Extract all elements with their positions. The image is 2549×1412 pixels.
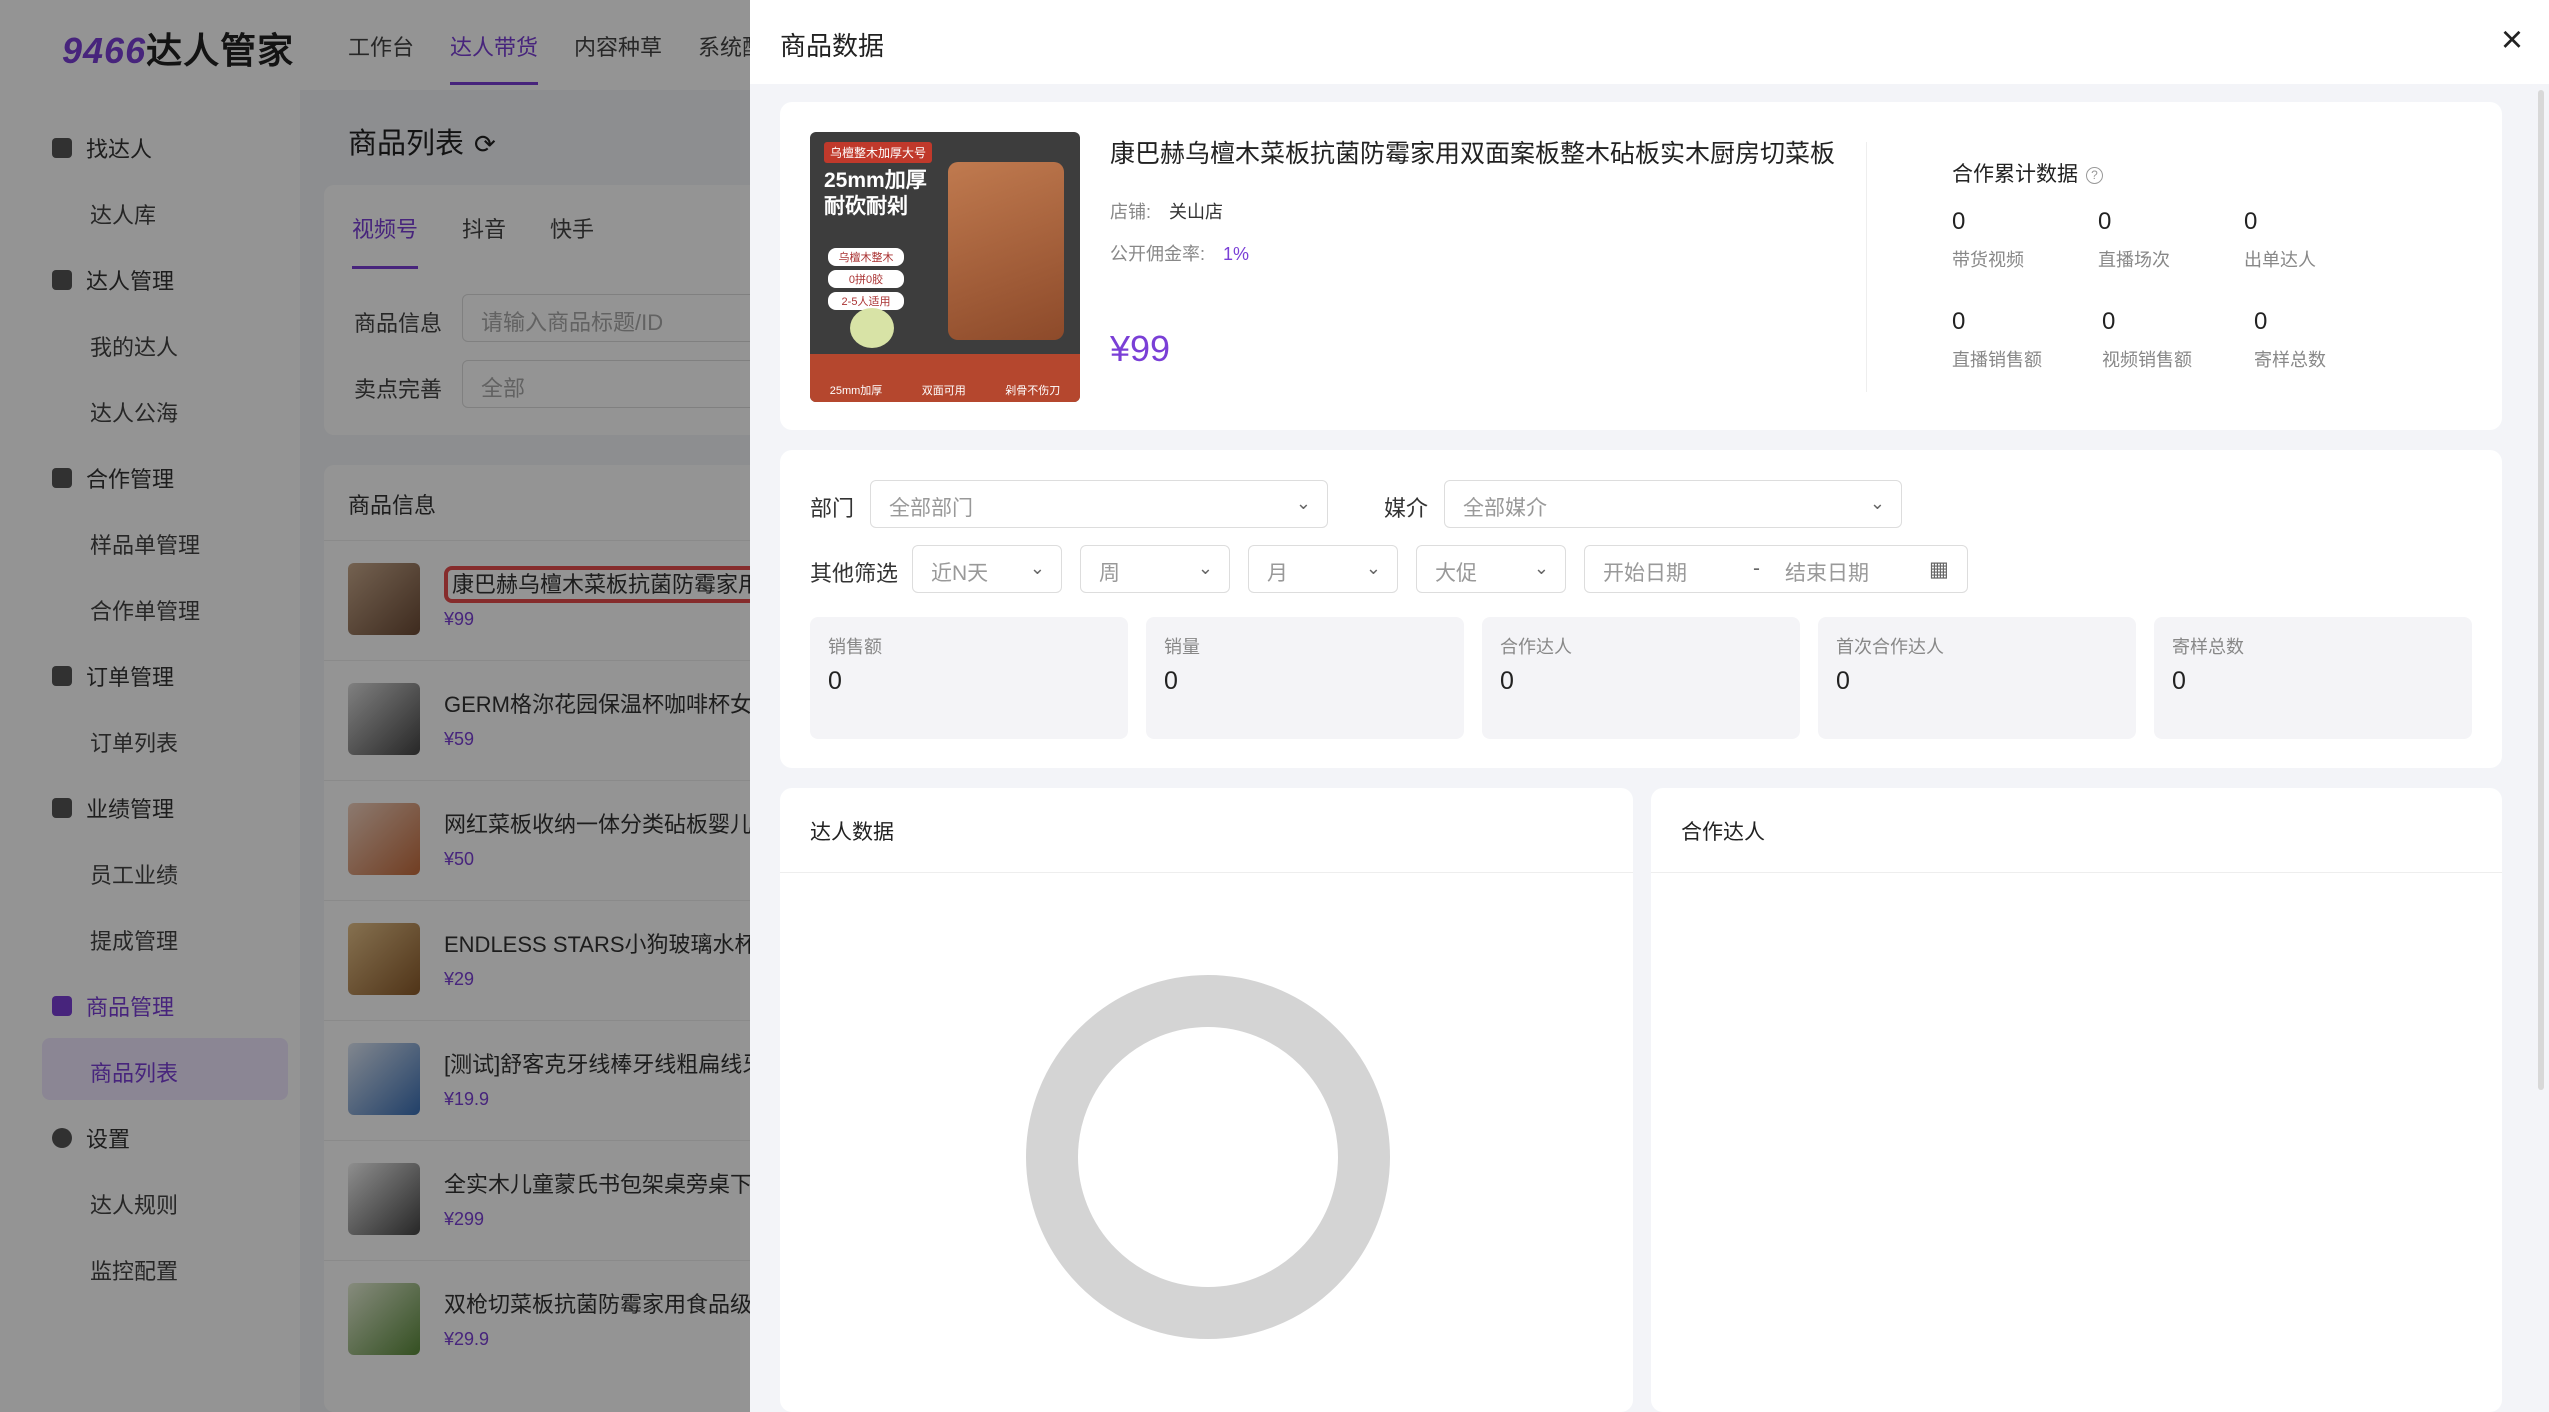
media-select[interactable]: 全部媒介 ⌄ — [1444, 480, 1902, 528]
chevron-down-icon: ⌄ — [1533, 558, 1549, 578]
stat-video-sales: 0 视频销售额 — [2102, 308, 2192, 370]
donut-ring — [1026, 975, 1390, 1339]
other-filter-label: 其他筛选 — [810, 561, 899, 586]
date-separator: - — [1753, 557, 1760, 580]
fruit-decoration — [850, 308, 894, 348]
stat-live-sessions: 0 直播场次 — [2098, 208, 2170, 270]
product-title: 康巴赫乌檀木菜板抗菌防霉家用双面案板整木砧板实木厨房切菜板 — [1110, 140, 1836, 168]
help-icon[interactable]: ? — [2086, 166, 2103, 184]
commission-rate: 1% — [1223, 244, 1250, 264]
divider — [780, 872, 1633, 873]
recent-days-select[interactable]: 近N天 ⌄ — [912, 545, 1062, 593]
dept-select[interactable]: 全部部门 ⌄ — [870, 480, 1328, 528]
stat-videos: 0 带货视频 — [1952, 208, 2024, 270]
metric-sample-total: 寄样总数 0 — [2154, 617, 2472, 739]
filter-panel: 部门 全部部门 ⌄ 媒介 全部媒介 ⌄ 其他筛选 近N天 ⌄ 周 ⌄ 月 ⌄ 大促 ⌄ 开始… — [780, 450, 2502, 768]
product-image-chip: 乌檀木整木 — [828, 248, 904, 266]
metric-sales-amount: 销售额 0 — [810, 617, 1128, 739]
cutting-board-shape — [948, 162, 1064, 340]
divider — [1651, 872, 2502, 873]
coop-talents-panel: 合作达人 — [1651, 788, 2502, 1412]
chevron-down-icon: ⌄ — [1365, 558, 1381, 578]
product-image-chip: 2-5人适用 — [828, 292, 904, 310]
coop-talents-title: 合作达人 — [1681, 821, 1765, 844]
product-image: 乌檀整木加厚大号 25mm加厚 耐砍耐剁 乌檀木整木 0拼0胶 2-5人适用 25… — [810, 132, 1080, 402]
divider — [1866, 142, 1867, 392]
product-info-panel: 乌檀整木加厚大号 25mm加厚 耐砍耐剁 乌檀木整木 0拼0胶 2-5人适用 25… — [780, 102, 2502, 430]
product-image-tag: 乌檀整木加厚大号 — [824, 142, 933, 163]
promo-select[interactable]: 大促 ⌄ — [1416, 545, 1566, 593]
metric-coop-talents: 合作达人 0 — [1482, 617, 1800, 739]
commission-row: 公开佣金率: 1% — [1110, 244, 1250, 264]
end-date-input[interactable]: 结束日期 — [1785, 557, 1869, 587]
chevron-down-icon: ⌄ — [1029, 558, 1045, 578]
product-image-feature: 双面可用 — [921, 385, 966, 397]
product-data-drawer: 商品数据 × 乌檀整木加厚大号 25mm加厚 耐砍耐剁 乌檀木整木 0拼0胶 2-… — [750, 0, 2549, 1412]
drawer-header: 商品数据 × — [750, 0, 2549, 84]
product-image-chips: 乌檀木整木 0拼0胶 2-5人适用 — [828, 248, 904, 310]
metric-sales-volume: 销量 0 — [1146, 617, 1464, 739]
product-image-footer: 25mm加厚 双面可用 剁骨不伤刀 — [810, 354, 1080, 402]
media-label: 媒介 — [1384, 496, 1429, 521]
chevron-down-icon: ⌄ — [1295, 493, 1311, 513]
product-image-feature: 剁骨不伤刀 — [1005, 385, 1061, 397]
product-image-chip: 0拼0胶 — [828, 270, 904, 288]
product-price-large: ¥99 — [1110, 328, 1171, 369]
close-icon[interactable]: × — [2490, 18, 2534, 62]
dept-label: 部门 — [810, 496, 855, 521]
drawer-scrollbar[interactable] — [2538, 90, 2544, 1090]
stat-live-sales: 0 直播销售额 — [1952, 308, 2042, 370]
shop-row: 店铺: 关山店 — [1110, 202, 1224, 222]
drawer-title: 商品数据 — [780, 31, 885, 61]
metric-first-coop-talents: 首次合作达人 0 — [1818, 617, 2136, 739]
shop-name: 关山店 — [1169, 202, 1224, 222]
product-image-headline: 25mm加厚 耐砍耐剁 — [824, 169, 927, 218]
donut-chart-empty — [1026, 975, 1390, 1339]
stat-samples: 0 寄样总数 — [2254, 308, 2326, 370]
talent-data-panel: 达人数据 — [780, 788, 1633, 1412]
start-date-input[interactable]: 开始日期 — [1603, 557, 1687, 587]
chevron-down-icon: ⌄ — [1197, 558, 1213, 578]
stat-ordering-talents: 0 出单达人 — [2244, 208, 2316, 270]
talent-data-title: 达人数据 — [810, 821, 894, 844]
coop-stats-title: 合作累计数据? — [1952, 158, 2103, 188]
calendar-icon[interactable]: ▦ — [1929, 557, 1949, 582]
week-select[interactable]: 周 ⌄ — [1080, 545, 1230, 593]
chevron-down-icon: ⌄ — [1869, 493, 1885, 513]
product-image-feature: 25mm加厚 — [829, 385, 883, 397]
month-select[interactable]: 月 ⌄ — [1248, 545, 1398, 593]
date-range-picker[interactable]: 开始日期 - 结束日期 ▦ — [1584, 545, 1968, 593]
